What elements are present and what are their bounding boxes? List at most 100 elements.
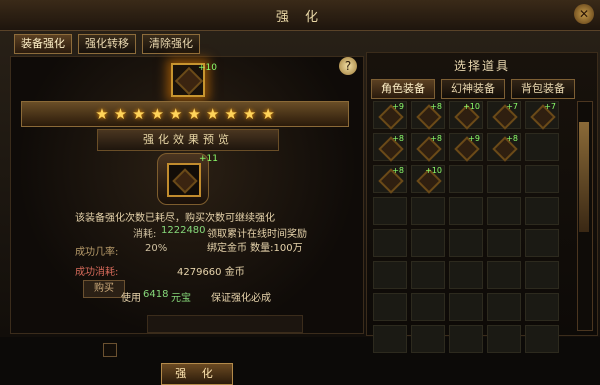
inventory-slot[interactable] [525, 133, 559, 161]
inventory-slot[interactable]: +10 [449, 101, 483, 130]
item-level-badge: +10 [463, 102, 480, 111]
inventory-slot[interactable]: +8 [487, 133, 521, 162]
inventory-slot[interactable] [487, 165, 521, 193]
inventory-slot[interactable]: +9 [449, 133, 483, 162]
item-level-badge: +8 [392, 166, 404, 175]
inventory-slot[interactable] [373, 197, 407, 225]
preview-item-level-badge: +11 [199, 154, 218, 164]
inventory-slot[interactable] [373, 261, 407, 289]
item-level-badge: +10 [198, 63, 217, 73]
inventory-slot[interactable]: +9 [373, 101, 407, 130]
star-icon: ★ [261, 104, 275, 123]
cost-label: 消耗: [133, 229, 157, 240]
inventory-slot[interactable] [449, 197, 483, 225]
item-level-badge: +7 [506, 102, 518, 111]
inventory-slot[interactable] [411, 261, 445, 289]
tab-strengthen-transfer[interactable]: 强化转移 [78, 34, 136, 54]
current-item-slot[interactable]: +10 [171, 63, 217, 97]
success-cost-value: 4279660 金币 [177, 267, 245, 278]
inventory-slot[interactable] [373, 293, 407, 321]
inventory-slot[interactable]: +8 [373, 165, 407, 194]
inventory-slot[interactable] [411, 229, 445, 257]
top-tabs: 装备强化 强化转移 清除强化 [14, 34, 200, 54]
inventory-slot[interactable] [373, 229, 407, 257]
star-icon: ★ [132, 104, 146, 123]
help-icon[interactable]: ? [339, 57, 357, 75]
tab-bag-equipment[interactable]: 背包装备 [511, 79, 575, 99]
inventory-slot[interactable] [487, 293, 521, 321]
inventory-slot[interactable]: +10 [411, 165, 445, 194]
star-icon: ★ [95, 104, 109, 123]
inventory-slot[interactable] [449, 293, 483, 321]
use-amount: 6418 [143, 289, 169, 300]
inventory-slot[interactable] [449, 229, 483, 257]
success-cost-label: 成功消耗: [75, 267, 119, 278]
close-icon[interactable]: ✕ [574, 4, 594, 24]
preview-header: 强化效果预览 [97, 129, 279, 151]
item-level-badge: +8 [430, 134, 442, 143]
cost-value: 1222480 [161, 225, 206, 236]
star-icon: ★ [205, 104, 220, 123]
window-title: 强 化 [275, 10, 325, 25]
use-currency: 元宝 [171, 293, 191, 304]
inventory-slot[interactable] [449, 165, 483, 193]
inventory-slot[interactable] [411, 197, 445, 225]
inventory-slot[interactable] [449, 325, 483, 353]
inventory-slot[interactable]: +7 [487, 101, 521, 130]
item-level-badge: +10 [425, 166, 442, 175]
title-bar: 强 化 ✕ [0, 0, 600, 31]
strengthen-button[interactable]: 强 化 [161, 363, 233, 385]
tab-equipment-strengthen[interactable]: 装备强化 [14, 34, 72, 54]
item-level-badge: +8 [506, 134, 518, 143]
item-level-badge: +9 [392, 102, 404, 111]
inventory-slot[interactable]: +8 [373, 133, 407, 162]
reward-line-2: 绑定金币 数量:100万 [207, 243, 303, 254]
item-scrollbar[interactable] [577, 101, 593, 331]
strengthen-panel: ? +10 ★ ★ ★ ★ ★ ★ ★ ★ ★ ★ 强化效果预览 +11 该装备强化次数已耗尽，购… [10, 56, 364, 385]
preview-item-frame [167, 163, 201, 197]
inventory-slot[interactable]: +8 [411, 133, 445, 162]
inventory-slot[interactable]: +7 [525, 101, 559, 130]
inventory-slot[interactable] [449, 261, 483, 289]
inventory-slot[interactable] [525, 261, 559, 289]
inventory-slot[interactable] [487, 325, 521, 353]
item-select-panel: 选择道具 角色装备 幻神装备 背包装备 +9 +8 +10 +7 +7 +8 +8 +9 +8 +… [366, 52, 598, 353]
item-icon [172, 168, 198, 194]
star-rating-bar: ★ ★ ★ ★ ★ ★ ★ ★ ★ ★ [21, 101, 349, 127]
inventory-slot[interactable] [487, 261, 521, 289]
star-icon: ★ [113, 104, 128, 123]
inventory-slot[interactable] [487, 197, 521, 225]
item-level-badge: +8 [392, 134, 404, 143]
item-grid: +9 +8 +10 +7 +7 +8 +8 +9 +8 +8 +10 [373, 101, 573, 353]
inventory-slot[interactable] [525, 229, 559, 257]
inventory-slot[interactable] [411, 293, 445, 321]
item-select-title: 选择道具 [453, 59, 510, 73]
success-rate-label: 成功几率: [75, 247, 119, 258]
use-label: 使用 [121, 293, 141, 304]
inventory-slot[interactable] [487, 229, 521, 257]
inventory-slot[interactable] [525, 197, 559, 225]
inventory-slot[interactable] [525, 325, 559, 353]
inventory-slot[interactable] [411, 325, 445, 353]
item-level-badge: +9 [468, 134, 480, 143]
success-cost-field [147, 315, 303, 333]
star-icon: ★ [187, 104, 201, 123]
star-icon: ★ [169, 104, 183, 123]
strengthen-notice: 该装备强化次数已耗尽，购买次数可继续强化 [75, 213, 275, 224]
preview-item-slot: +11 [157, 153, 218, 205]
inventory-slot[interactable] [525, 293, 559, 321]
tab-character-equipment[interactable]: 角色装备 [371, 79, 435, 99]
inventory-slot[interactable]: +8 [411, 101, 445, 130]
scrollbar-thumb[interactable] [579, 122, 589, 232]
success-rate-value: 20% [145, 243, 168, 254]
inventory-slot[interactable] [525, 165, 559, 193]
star-icon: ★ [150, 104, 165, 123]
guarantee-text: 保证强化必成 [211, 293, 271, 304]
tab-phantom-equipment[interactable]: 幻神装备 [441, 79, 505, 99]
tab-clear-strengthen[interactable]: 清除强化 [142, 34, 200, 54]
inventory-slot[interactable] [373, 325, 407, 353]
buy-button[interactable]: 购买 [83, 280, 125, 298]
use-yuanbao-checkbox[interactable] [103, 343, 117, 357]
star-icon: ★ [224, 104, 238, 123]
item-level-badge: +7 [544, 102, 556, 111]
